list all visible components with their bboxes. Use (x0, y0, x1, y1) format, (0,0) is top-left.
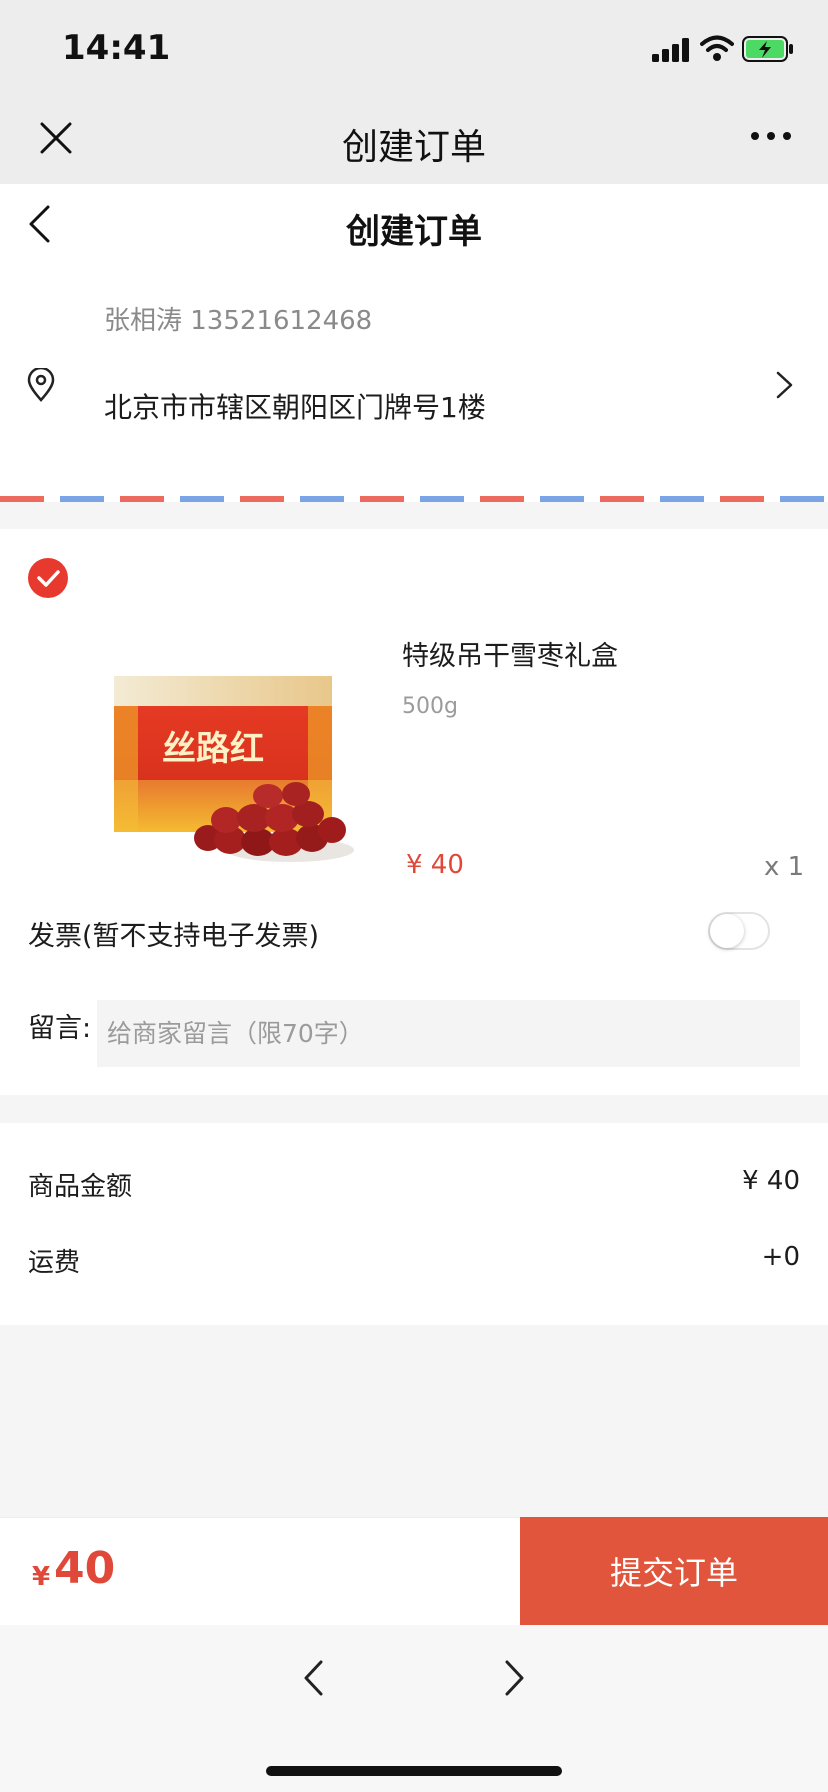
price-summary-card (0, 1123, 828, 1325)
status-time: 14:41 (62, 28, 171, 68)
toggle-knob (710, 914, 744, 948)
goods-amount-value: ¥ 40 (742, 1166, 800, 1196)
address-detail[interactable]: 北京市市辖区朝阳区门牌号1楼 (104, 386, 486, 426)
home-indicator (266, 1766, 562, 1776)
product-spec: 500g (402, 694, 458, 719)
message-label: 留言: (28, 1013, 92, 1044)
product-image-logo-text: 丝路红 (162, 729, 264, 769)
invoice-toggle[interactable] (708, 912, 770, 950)
chevron-right-icon[interactable] (774, 370, 796, 400)
battery-charging-icon (742, 36, 793, 62)
shipping-value: +0 (761, 1242, 800, 1272)
message-input[interactable] (97, 1000, 800, 1067)
goods-amount-label: 商品金额 (28, 1172, 133, 1202)
product-image: 丝路红 (114, 676, 354, 862)
wifi-icon (700, 35, 734, 61)
nav-forward-icon[interactable] (502, 1658, 528, 1698)
total-amount: 40 (54, 1543, 116, 1594)
invoice-label: 发票(暂不支持电子发票) (28, 921, 320, 952)
address-contact[interactable]: 张相涛 13521612468 (104, 300, 372, 337)
envelope-stripe-divider (0, 496, 828, 502)
cellular-signal-icon (652, 38, 689, 62)
page-title: 创建订单 (346, 212, 482, 252)
checked-circle-icon[interactable] (28, 558, 68, 598)
total-currency: ¥ (32, 1562, 51, 1592)
wechat-window-title: 创建订单 (341, 127, 486, 168)
product-name: 特级吊干雪枣礼盒 (402, 641, 618, 672)
nav-back-icon[interactable] (300, 1658, 326, 1698)
more-options-icon[interactable] (750, 129, 792, 143)
product-price: ¥ 40 (406, 850, 464, 880)
submit-order-button[interactable]: 提交订单 (520, 1517, 828, 1625)
location-pin-icon (27, 368, 55, 402)
product-quantity: x 1 (764, 852, 805, 882)
shipping-label: 运费 (28, 1248, 81, 1278)
